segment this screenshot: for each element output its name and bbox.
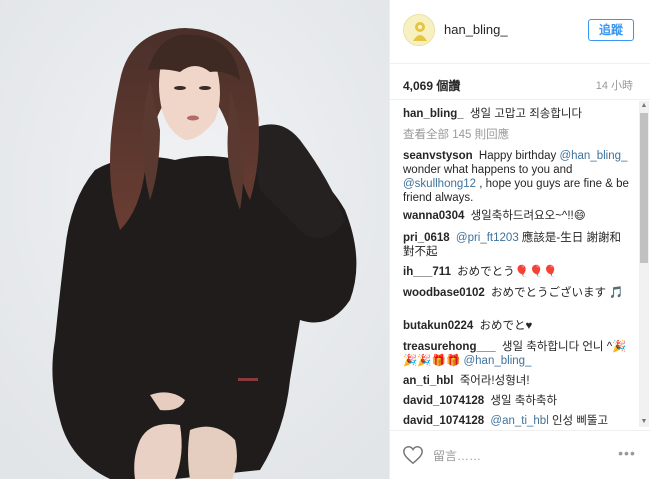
comment-mention[interactable]: @skullhong12 [403,178,476,190]
more-options-icon[interactable]: ••• [616,446,638,463]
comment-username[interactable]: seanvstyson [403,150,473,162]
list-item: ih___711 おめでとう🎈🎈🎈 [403,265,631,279]
likes-count[interactable]: 4,069 個讚 [403,77,460,94]
list-item: david_1074128 생일 축하축하 [403,394,631,408]
caption: han_bling_ 생일 고맙고 죄송합니다 [403,107,631,121]
scroll-down-arrow-icon[interactable]: ▼ [639,417,649,427]
avatar[interactable] [403,14,435,46]
list-item: wanna0304 생일축하드려요오~^!!😄 [403,209,631,223]
comment-username[interactable]: david_1074128 [403,415,484,427]
post-username[interactable]: han_bling_ [444,22,508,37]
scroll-up-arrow-icon[interactable]: ▲ [639,101,649,111]
follow-button[interactable]: 追蹤 [588,19,634,41]
heart-icon-svg [403,446,423,465]
list-item: seanvstyson Happy birthday @han_bling_ w… [403,149,631,205]
comment-username[interactable]: ih___711 [403,266,451,278]
comment-mention[interactable]: @an_ti_hbl [490,415,548,427]
list-item: david_1074128 @an_ti_hbl 인성 삐뚤고 [403,414,631,428]
comments-list: han_bling_ 생일 고맙고 죄송합니다 查看全部 145 則回應 sea… [390,101,650,429]
comment-username[interactable]: an_ti_hbl [403,375,453,387]
comment-text: Happy birthday [478,150,557,162]
post-header: han_bling_ 追蹤 [390,0,650,64]
avatar-image [404,15,434,45]
list-item: treasurehong___ 생일 축하합니다 언니 ^🎉🎉🎉🎁🎁 @han_… [403,340,631,368]
post-panel: han_bling_ 追蹤 4,069 個讚 14 小時 han_bling_ … [389,0,650,479]
list-item: woodbase0102 おめでとうございます 🎵 [403,286,631,300]
comment-mention[interactable]: @pri_ft1203 [456,232,519,244]
view-all-comments-link[interactable]: 查看全部 145 則回應 [403,126,509,142]
comment-text: 생일 축하축하 [490,395,558,407]
post-stats: 4,069 個讚 14 小時 [390,64,650,100]
comment-text: 죽어라!성형녀! [459,375,530,387]
scrollbar-thumb[interactable] [640,113,648,263]
comment-username[interactable]: david_1074128 [403,395,484,407]
post-time[interactable]: 14 小時 [596,77,633,93]
comment-username[interactable]: treasurehong___ [403,341,496,353]
heart-icon[interactable] [402,444,424,466]
comment-text: おめでと♥ [479,320,533,332]
comment-username[interactable]: butakun0224 [403,320,473,332]
comment-footer: ••• [390,430,650,479]
post-photo [0,0,389,479]
caption-text: 생일 고맙고 죄송합니다 [469,108,583,120]
comment-mention[interactable]: @han_bling_ [559,150,627,162]
comments-scrollbar[interactable]: ▲ ▼ [639,101,649,427]
comment-input[interactable] [433,447,603,465]
comment-username[interactable]: wanna0304 [403,210,464,222]
comment-text: おめでとう🎈🎈🎈 [457,266,558,278]
caption-username[interactable]: han_bling_ [403,108,464,120]
comment-username[interactable]: woodbase0102 [403,287,485,299]
list-item: pri_0618 @pri_ft1203 應該是-生日 謝謝和對不起 [403,231,631,259]
list-item: butakun0224 おめでと♥ [403,319,631,333]
list-item: an_ti_hbl 죽어라!성형녀! [403,374,631,388]
comment-text: wonder what happens to you and [403,164,573,176]
comment-username[interactable]: pri_0618 [403,232,450,244]
post-photo-illustration [0,0,389,479]
comment-text: 인성 삐뚤고 [551,415,609,427]
comment-mention[interactable]: @han_bling_ [463,355,531,367]
comment-text: おめでとうございます 🎵 [491,287,624,299]
comment-text: 생일축하드려요오~^!!😄 [470,210,586,222]
